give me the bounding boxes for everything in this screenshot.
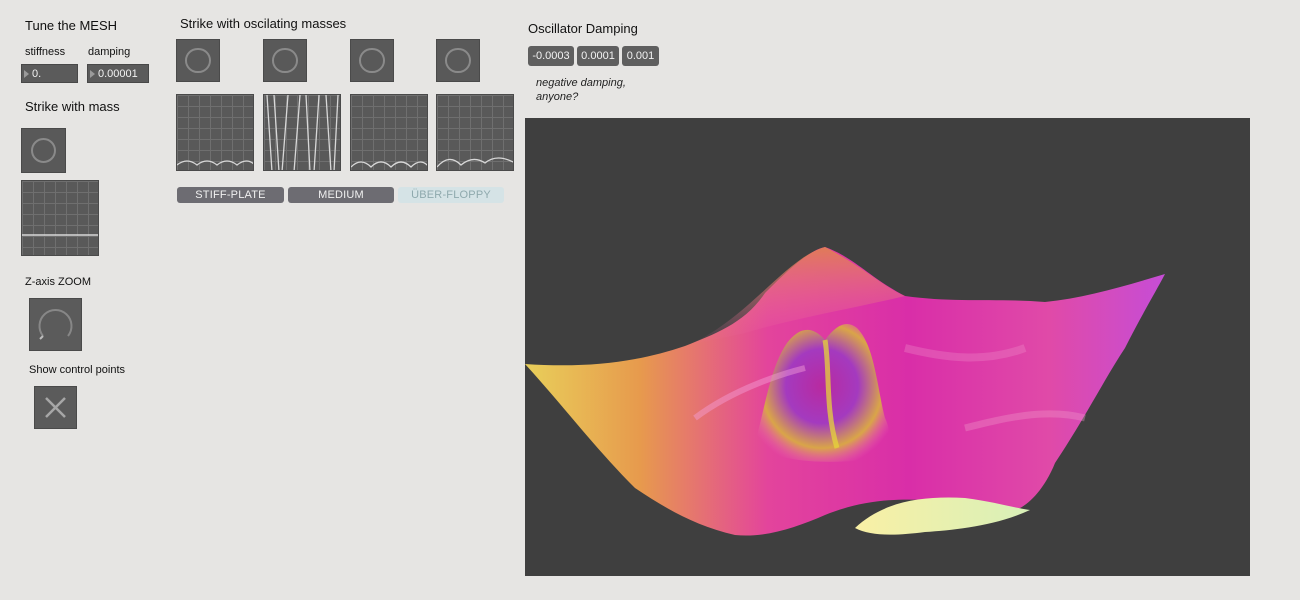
ring-icon — [272, 48, 298, 73]
strike-mass-bang-button[interactable] — [21, 128, 66, 173]
osc-bang-button-4[interactable] — [436, 39, 480, 82]
strike-mass-title: Strike with mass — [25, 99, 120, 114]
strike-mass-scope — [21, 180, 99, 256]
damping-label: damping — [88, 46, 131, 58]
osc-damping-title: Oscillator Damping — [528, 21, 638, 36]
damping-note: negative damping, anyone? — [536, 76, 626, 104]
osc-scope-3 — [350, 94, 428, 171]
number-arrow-icon — [24, 70, 29, 78]
x-icon — [45, 397, 66, 418]
osc-bang-button-2[interactable] — [263, 39, 307, 82]
stiffness-value: 0. — [32, 68, 42, 80]
zoom-title: Z-axis ZOOM — [25, 276, 91, 288]
preset-medium-button[interactable]: MEDIUM — [288, 187, 394, 203]
dial-icon — [38, 309, 73, 340]
ring-icon — [185, 48, 211, 73]
damping-note-line-1: negative damping, — [536, 77, 626, 89]
osc-bang-button-3[interactable] — [350, 39, 394, 82]
scope-trace — [437, 157, 513, 168]
control-points-toggle[interactable] — [34, 386, 77, 429]
ring-icon — [359, 48, 385, 73]
osc-damping-button-1[interactable]: -0.0003 — [528, 46, 574, 66]
damping-number-box[interactable]: 0.00001 — [87, 64, 149, 83]
scope-trace — [351, 161, 427, 168]
control-points-title: Show control points — [29, 364, 125, 376]
ring-icon — [445, 48, 471, 73]
osc-damping-button-3[interactable]: 0.001 — [622, 46, 659, 66]
preset-stiff-plate-button[interactable]: STIFF-PLATE — [177, 187, 284, 203]
mesh-render-view[interactable] — [525, 118, 1250, 576]
scope-trace — [22, 234, 98, 236]
osc-scope-1 — [176, 94, 254, 171]
damping-note-line-2: anyone? — [536, 91, 579, 103]
stiffness-number-box[interactable]: 0. — [21, 64, 78, 83]
mesh-title: Tune the MESH — [25, 18, 118, 33]
stiffness-label: stiffness — [25, 46, 66, 58]
osc-scope-2 — [263, 94, 341, 171]
zoom-dial[interactable] — [29, 298, 82, 351]
osc-scope-4 — [436, 94, 514, 171]
osc-damping-button-2[interactable]: 0.0001 — [577, 46, 619, 66]
ring-icon — [30, 137, 57, 164]
scope-trace — [177, 160, 253, 166]
osc-bang-button-1[interactable] — [176, 39, 220, 82]
mesh-surface — [525, 247, 1165, 536]
damping-value: 0.00001 — [98, 68, 138, 80]
preset-uber-floppy-button[interactable]: ÜBER-FLOPPY — [398, 187, 504, 203]
number-arrow-icon — [90, 70, 95, 78]
scope-trace — [266, 95, 339, 170]
oscillating-title: Strike with oscilating masses — [180, 16, 347, 31]
